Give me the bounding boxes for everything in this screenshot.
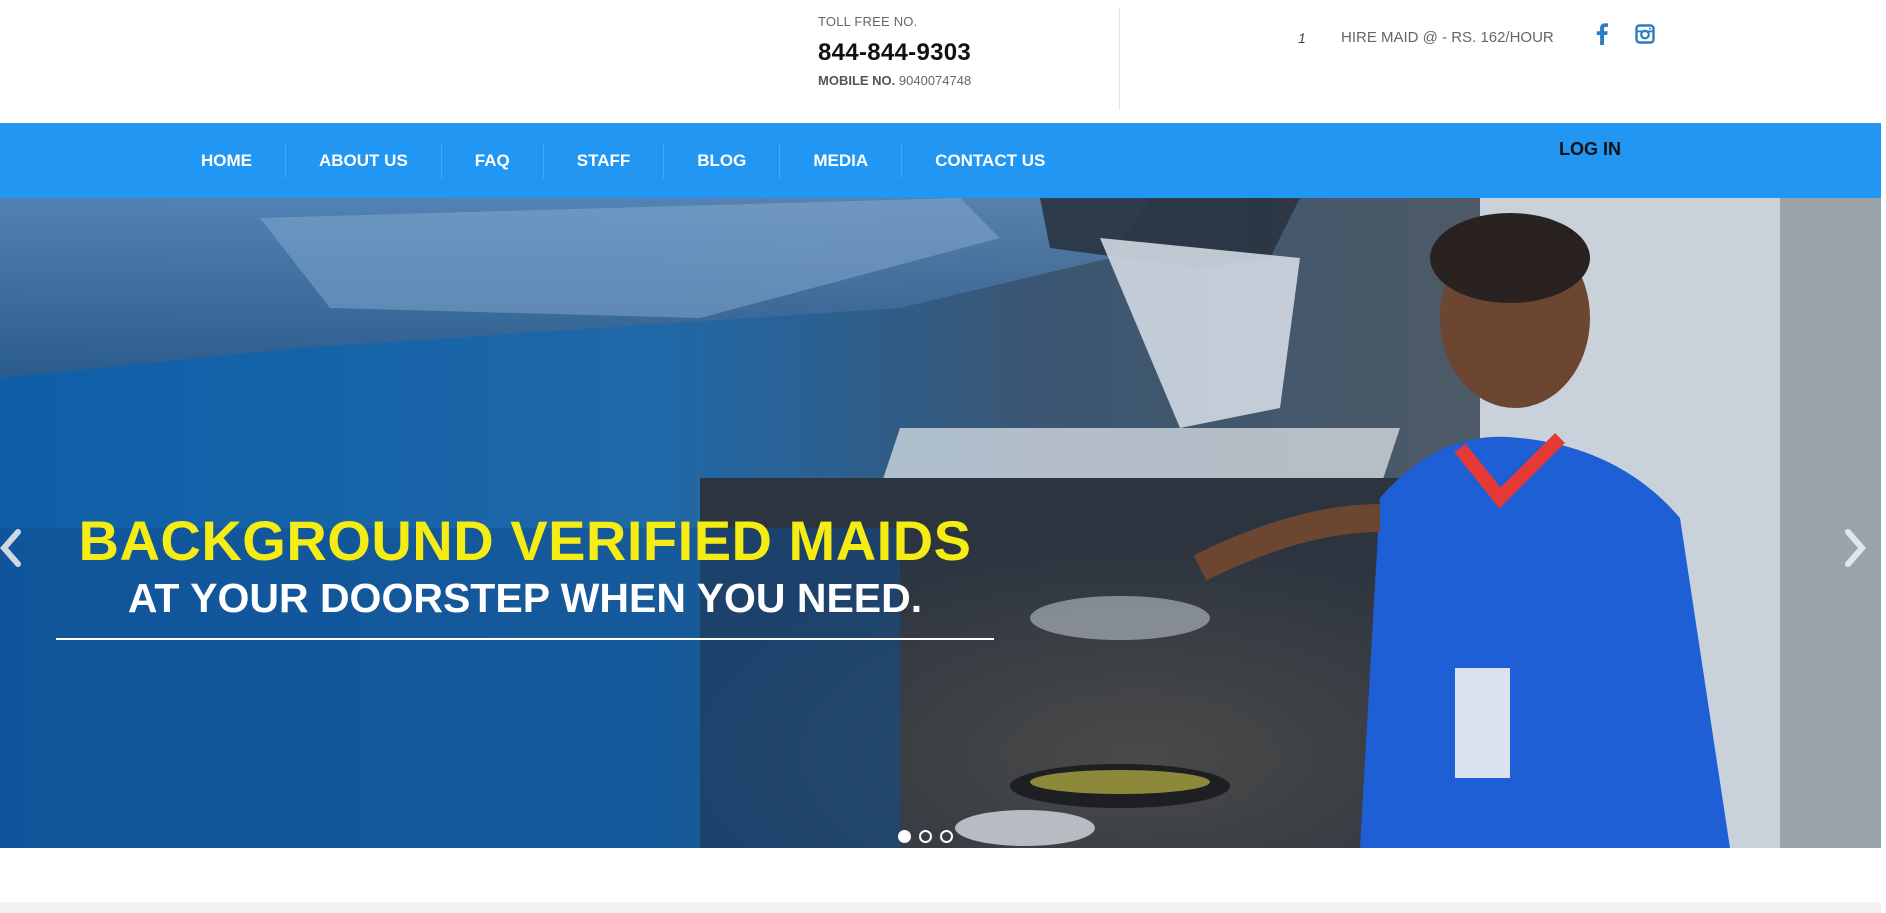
main-nav: HOME ABOUT US FAQ STAFF BLOG MEDIA CONTA… xyxy=(0,123,1881,198)
nav-blog[interactable]: BLOG xyxy=(663,143,779,178)
hero-underline xyxy=(56,638,994,640)
hero-caption: BACKGROUND VERIFIED MAIDS AT YOUR DOORST… xyxy=(56,510,994,640)
mobile-label: MOBILE NO. xyxy=(818,73,896,88)
nav-media[interactable]: MEDIA xyxy=(779,143,901,178)
page-bottom-strip xyxy=(0,902,1886,913)
nav-menu: HOME ABOUT US FAQ STAFF BLOG MEDIA CONTA… xyxy=(168,123,1078,198)
header-divider xyxy=(1119,8,1120,110)
instagram-icon[interactable] xyxy=(1634,22,1656,46)
hero-subline: AT YOUR DOORSTEP WHEN YOU NEED. xyxy=(127,575,923,621)
login-link[interactable]: LOG IN xyxy=(1559,139,1621,160)
scrollbar-gutter xyxy=(1881,0,1886,913)
top-header: TOLL FREE NO. 844-844-9303 MOBILE NO. 90… xyxy=(0,0,1886,123)
slider-dots xyxy=(898,830,953,843)
slide-dot-1[interactable] xyxy=(898,830,911,843)
chevron-left-icon[interactable] xyxy=(0,528,24,568)
nav-about-us[interactable]: ABOUT US xyxy=(285,143,441,178)
contact-info: TOLL FREE NO. 844-844-9303 MOBILE NO. 90… xyxy=(818,14,971,88)
nav-faq[interactable]: FAQ xyxy=(440,143,543,178)
hire-maid-rate[interactable]: HIRE MAID @ - RS. 162/HOUR xyxy=(1341,29,1554,46)
mobile-row: MOBILE NO. 9040074748 xyxy=(818,73,971,88)
hero-slider: BACKGROUND VERIFIED MAIDS AT YOUR DOORST… xyxy=(0,198,1881,848)
slide-dot-2[interactable] xyxy=(919,830,932,843)
hire-count: 1 xyxy=(1298,30,1306,46)
nav-home[interactable]: HOME xyxy=(168,144,285,178)
facebook-icon[interactable] xyxy=(1591,22,1613,46)
nav-staff[interactable]: STAFF xyxy=(542,143,664,178)
toll-free-number[interactable]: 844-844-9303 xyxy=(818,39,971,67)
hero-headline: BACKGROUND VERIFIED MAIDS xyxy=(78,509,972,572)
toll-free-label: TOLL FREE NO. xyxy=(818,14,918,29)
chevron-right-icon[interactable] xyxy=(1842,528,1866,568)
slide-dot-3[interactable] xyxy=(940,830,953,843)
mobile-number[interactable]: 9040074748 xyxy=(899,73,971,88)
nav-contact-us[interactable]: CONTACT US xyxy=(901,143,1078,178)
